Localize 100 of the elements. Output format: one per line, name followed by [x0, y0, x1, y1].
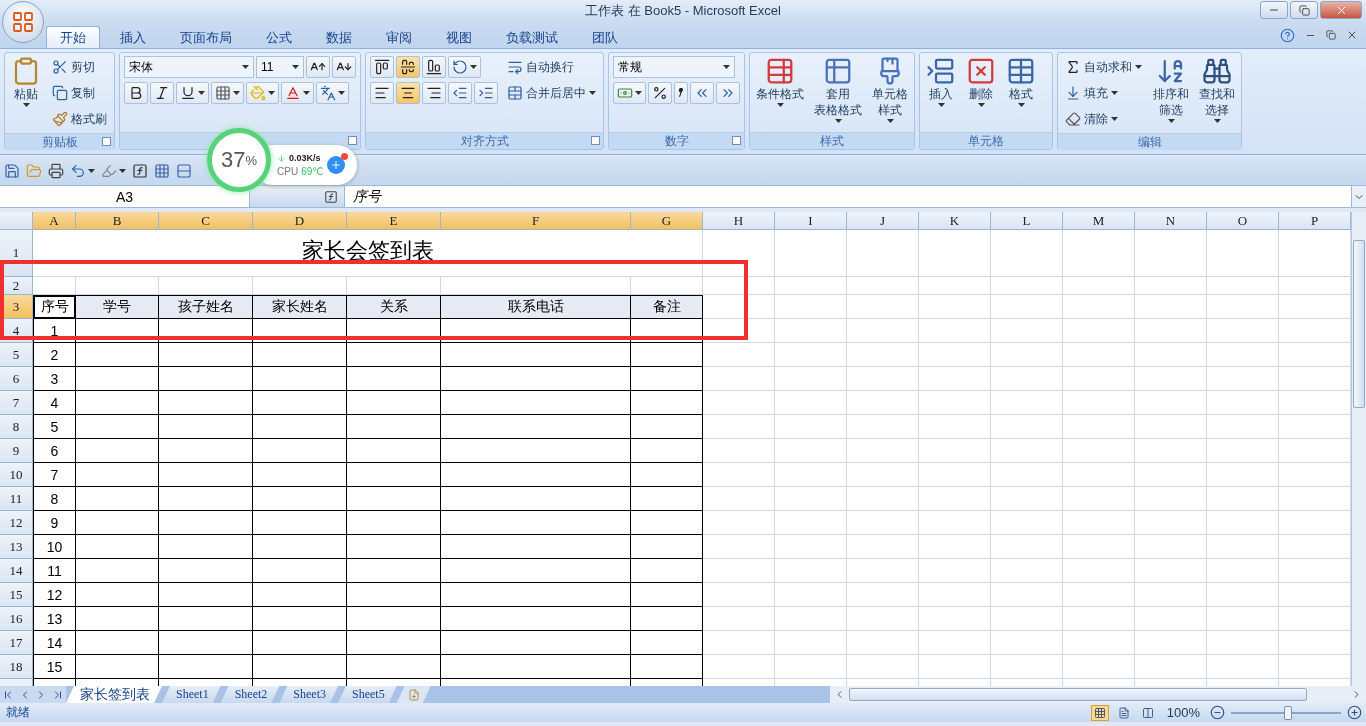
view-button[interactable] [1090, 704, 1109, 721]
row-header[interactable]: 13 [0, 535, 33, 559]
column-header[interactable]: P [1279, 212, 1351, 230]
ribbon-tab[interactable]: 数据 [312, 26, 366, 48]
dialog-launcher-icon[interactable] [732, 136, 741, 145]
ribbon-tab[interactable]: 视图 [432, 26, 486, 48]
row-header[interactable]: 14 [0, 559, 33, 583]
table-button[interactable] [154, 163, 170, 179]
icon-button[interactable] [474, 82, 498, 104]
expand-button[interactable] [1351, 186, 1366, 207]
ribbon-button[interactable]: 排序和 筛选 [1151, 56, 1191, 123]
icon-button[interactable] [332, 56, 356, 78]
sheet-tab[interactable]: Sheet5 [338, 686, 397, 703]
open-button[interactable] [26, 163, 42, 179]
sheet-tab[interactable]: 家长签到表 [66, 686, 162, 703]
ribbon-button[interactable]: 条件格式 [754, 56, 806, 107]
select-all-corner[interactable] [0, 212, 33, 230]
row-header[interactable]: 16 [0, 607, 33, 631]
toggle-button[interactable] [370, 56, 394, 78]
toggle-button[interactable] [370, 82, 394, 104]
column-header[interactable]: O [1207, 212, 1279, 230]
ribbon-button[interactable]: 删除 [964, 56, 998, 107]
column-header[interactable]: L [991, 212, 1063, 230]
ribbon-button[interactable]: 格式刷 [49, 108, 110, 130]
row-header[interactable]: 17 [0, 631, 33, 655]
column-header[interactable]: C [159, 212, 253, 230]
horizontal-scrollbar[interactable] [830, 686, 1366, 703]
ribbon-button[interactable]: 合并后居中 [504, 82, 599, 104]
print-preview-button[interactable] [48, 163, 64, 179]
row-header[interactable]: 10 [0, 463, 33, 487]
row-header[interactable]: 15 [0, 583, 33, 607]
ribbon-button[interactable]: 单元格 样式 [870, 56, 910, 123]
toggle-button[interactable] [124, 82, 148, 104]
ribbon-button[interactable]: 清除 [1062, 108, 1121, 130]
ribbon-button[interactable]: 剪切 [49, 56, 98, 78]
slider-thumb[interactable] [1284, 705, 1293, 720]
office-button[interactable] [2, 1, 44, 43]
save-button[interactable] [4, 163, 20, 179]
ribbon-button[interactable]: 套用 表格格式 [812, 56, 864, 123]
sheet-tab[interactable]: Sheet1 [162, 686, 221, 703]
add-button[interactable] [327, 156, 346, 174]
column-header[interactable]: H [703, 212, 775, 230]
ribbon-tab[interactable]: 插入 [106, 26, 160, 48]
restore-button[interactable] [1290, 1, 1318, 19]
column-header[interactable]: N [1135, 212, 1207, 230]
column-header[interactable]: J [847, 212, 919, 230]
column-header[interactable]: A [33, 212, 76, 230]
row-header[interactable]: 18 [0, 655, 33, 679]
dialog-launcher-icon[interactable] [102, 137, 111, 146]
column-header[interactable]: D [253, 212, 347, 230]
dialog-launcher-icon[interactable] [591, 136, 600, 145]
ribbon-tab[interactable]: 审阅 [372, 26, 426, 48]
function-button[interactable] [132, 163, 148, 179]
ribbon-tab[interactable]: 负载测试 [492, 26, 572, 48]
sheet-tab[interactable]: Sheet3 [279, 686, 338, 703]
row-header[interactable]: 8 [0, 415, 33, 439]
icon-button[interactable] [306, 56, 330, 78]
icon-button[interactable] [674, 82, 688, 104]
close-button[interactable] [1320, 1, 1362, 19]
ribbon-button[interactable]: 自动求和 [1062, 56, 1145, 78]
highlight-button[interactable] [101, 163, 126, 179]
row-header[interactable]: 6 [0, 367, 33, 391]
icon-button[interactable] [448, 82, 472, 104]
toggle-button[interactable] [150, 82, 174, 104]
ribbon-button[interactable]: 格式 [1004, 56, 1038, 107]
ribbon-tab[interactable]: 团队 [578, 26, 632, 48]
toggle-button[interactable] [396, 56, 420, 78]
toggle-button[interactable] [422, 56, 446, 78]
column-header[interactable]: E [347, 212, 441, 230]
ribbon-tab[interactable]: 开始 [46, 26, 100, 48]
formula-field[interactable]: 序号 [345, 186, 1351, 207]
icon-button[interactable] [648, 82, 672, 104]
sheet-tab[interactable]: Sheet2 [220, 686, 280, 703]
column-header[interactable]: M [1063, 212, 1135, 230]
column-header[interactable]: I [775, 212, 847, 230]
column-header[interactable]: G [631, 212, 703, 230]
toggle-button[interactable] [396, 82, 420, 104]
rows-button[interactable] [176, 163, 192, 179]
ribbon-tab[interactable]: 公式 [252, 26, 306, 48]
ribbon-button[interactable]: 填充 [1062, 82, 1121, 104]
row-header[interactable]: 9 [0, 439, 33, 463]
new-sheet-button[interactable] [396, 686, 431, 703]
vertical-scrollbar[interactable] [1351, 212, 1366, 686]
column-header[interactable]: B [76, 212, 159, 230]
row-header[interactable]: 11 [0, 487, 33, 511]
icon-button[interactable] [316, 82, 349, 104]
dropdown-field[interactable]: 宋体 [124, 56, 254, 78]
ribbon-button[interactable]: 自动换行 [504, 56, 577, 78]
ribbon-tab[interactable]: 页面布局 [166, 26, 246, 48]
dialog-launcher-icon[interactable] [348, 136, 357, 145]
row-header[interactable]: 7 [0, 391, 33, 415]
row-header[interactable]: 5 [0, 343, 33, 367]
ribbon-button[interactable]: 查找和 选择 [1197, 56, 1237, 123]
ribbon-button[interactable]: 插入 [924, 56, 958, 107]
ribbon-button[interactable]: 复制 [49, 82, 98, 104]
column-header[interactable]: K [919, 212, 991, 230]
toggle-button[interactable] [176, 82, 209, 104]
ribbon-button[interactable]: 粘贴 [9, 56, 43, 107]
minimize-button[interactable] [1260, 1, 1288, 19]
dropdown-field[interactable]: 11 [256, 56, 304, 78]
